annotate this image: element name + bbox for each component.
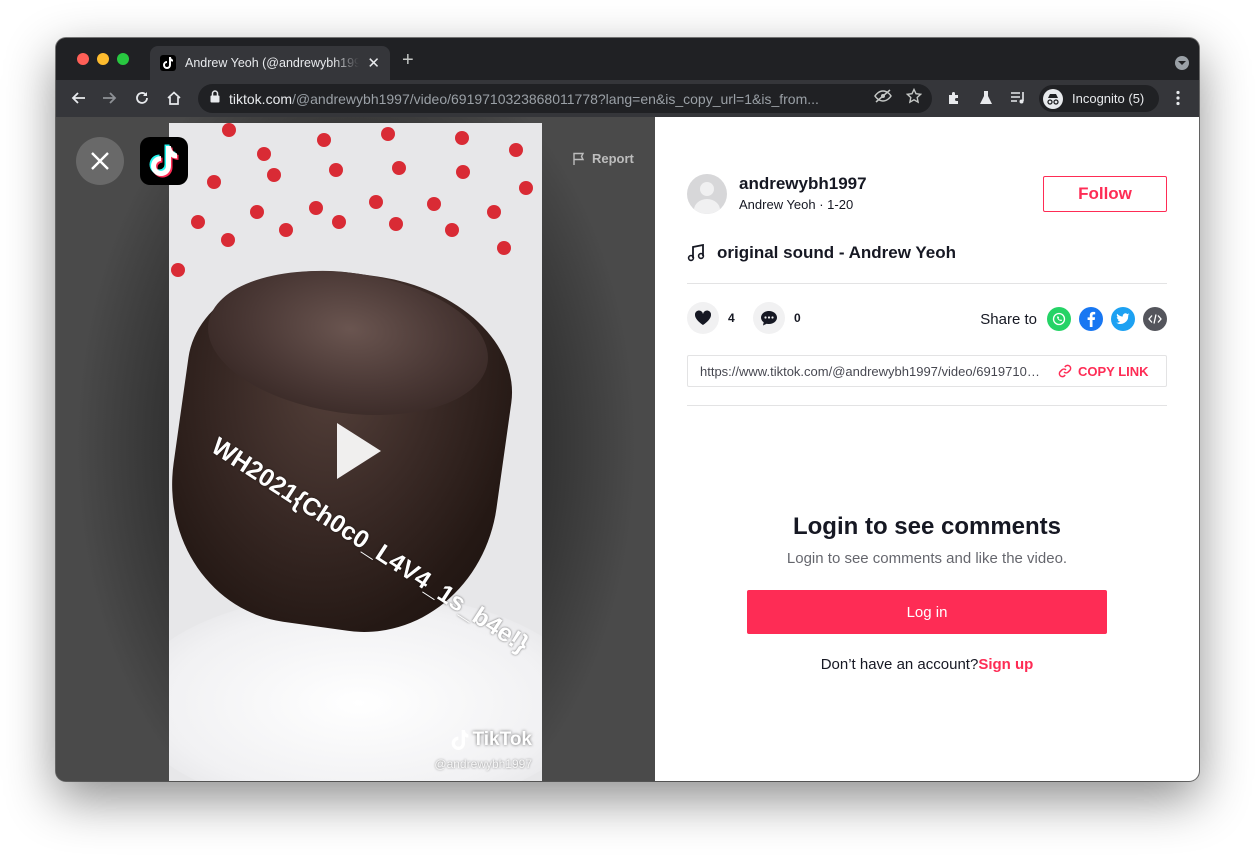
play-icon[interactable] bbox=[337, 423, 381, 479]
extensions-icon[interactable] bbox=[944, 88, 964, 108]
video-player-area: WH2021{Ch0c0_L4V4_1s_b4e!} TikTok @andre… bbox=[56, 117, 655, 781]
tiktok-favicon-icon bbox=[160, 55, 176, 71]
copy-link-button[interactable]: COPY LINK bbox=[1058, 364, 1149, 379]
close-window-button[interactable] bbox=[77, 53, 89, 65]
share-row: Share to bbox=[980, 307, 1167, 331]
new-tab-icon[interactable]: + bbox=[402, 50, 414, 70]
comments-login-subtitle: Login to see comments and like the video… bbox=[786, 550, 1068, 567]
browser-window: Andrew Yeoh (@andrewybh1997 ✕ + tiktok.c… bbox=[56, 38, 1199, 781]
media-control-icon[interactable] bbox=[1008, 88, 1028, 108]
comment-action[interactable]: 0 bbox=[753, 302, 801, 334]
close-icon bbox=[91, 152, 109, 170]
divider bbox=[687, 283, 1167, 284]
browser-tab[interactable]: Andrew Yeoh (@andrewybh1997 ✕ bbox=[150, 46, 390, 80]
copy-link-box: https://www.tiktok.com/@andrewybh1997/vi… bbox=[687, 355, 1167, 387]
comments-login-title: Login to see comments bbox=[792, 513, 1062, 540]
login-button[interactable]: Log in bbox=[747, 590, 1107, 634]
report-button[interactable]: Report bbox=[572, 151, 634, 166]
incognito-label: Incognito (5) bbox=[1072, 91, 1145, 106]
tab-title: Andrew Yeoh (@andrewybh1997 bbox=[185, 56, 360, 70]
share-label: Share to bbox=[980, 310, 1037, 328]
facebook-icon[interactable] bbox=[1079, 307, 1103, 331]
browser-menu-icon[interactable] bbox=[1168, 88, 1188, 108]
divider bbox=[687, 405, 1167, 406]
tab-search-icon[interactable] bbox=[1175, 56, 1189, 70]
link-icon bbox=[1058, 364, 1072, 378]
lock-icon[interactable] bbox=[210, 89, 220, 108]
incognito-profile-button[interactable]: Incognito (5) bbox=[1039, 85, 1159, 112]
browser-toolbar: tiktok.com/@andrewybh1997/video/69197103… bbox=[56, 80, 1199, 117]
embed-icon[interactable] bbox=[1143, 307, 1167, 331]
author-username[interactable]: andrewybh1997 bbox=[739, 174, 867, 194]
eye-off-icon[interactable] bbox=[874, 89, 892, 108]
tab-strip: Andrew Yeoh (@andrewybh1997 ✕ + bbox=[56, 38, 1199, 80]
like-count: 4 bbox=[728, 311, 735, 325]
comment-count: 0 bbox=[794, 311, 801, 325]
bookmark-star-icon[interactable] bbox=[905, 87, 923, 109]
music-title: original sound - Andrew Yeoh bbox=[717, 243, 956, 262]
like-action[interactable]: 4 bbox=[687, 302, 735, 334]
home-icon[interactable] bbox=[164, 88, 184, 108]
whatsapp-icon[interactable] bbox=[1047, 307, 1071, 331]
url-text: tiktok.com/@andrewybh1997/video/69197103… bbox=[229, 90, 819, 107]
incognito-icon bbox=[1043, 88, 1063, 109]
tiktok-watermark-text: TikTok bbox=[472, 729, 532, 750]
copy-link-label: COPY LINK bbox=[1078, 363, 1149, 379]
reload-icon[interactable] bbox=[132, 88, 152, 108]
tiktok-logo-button[interactable] bbox=[140, 137, 188, 185]
flag-icon bbox=[573, 152, 585, 165]
tiktok-watermark-icon bbox=[451, 730, 468, 750]
tiktok-watermark: TikTok bbox=[451, 729, 532, 751]
author-subline: Andrew Yeoh · 1-20 bbox=[739, 197, 854, 212]
music-link[interactable]: original sound - Andrew Yeoh bbox=[687, 243, 956, 263]
maximize-window-button[interactable] bbox=[117, 53, 129, 65]
tab-close-icon[interactable]: ✕ bbox=[367, 56, 380, 71]
tiktok-logo-icon bbox=[149, 144, 179, 178]
back-icon[interactable] bbox=[68, 88, 88, 108]
signup-link[interactable]: Sign up bbox=[978, 656, 1033, 673]
labs-flask-icon[interactable] bbox=[976, 88, 996, 108]
forward-icon[interactable] bbox=[100, 88, 120, 108]
report-label: Report bbox=[592, 151, 634, 166]
avatar[interactable] bbox=[687, 174, 727, 214]
twitter-icon[interactable] bbox=[1111, 307, 1135, 331]
video-frame[interactable]: WH2021{Ch0c0_L4V4_1s_b4e!} TikTok @andre… bbox=[169, 123, 542, 781]
signup-prompt-text: Don’t have an account? bbox=[820, 656, 979, 673]
follow-button[interactable]: Follow bbox=[1043, 176, 1167, 212]
video-details-panel: andrewybh1997 Andrew Yeoh · 1-20 Follow … bbox=[655, 117, 1199, 781]
share-url[interactable]: https://www.tiktok.com/@andrewybh1997/vi… bbox=[700, 364, 1046, 379]
minimize-window-button[interactable] bbox=[97, 53, 109, 65]
signup-prompt: Don’t have an account?Sign up bbox=[655, 656, 1199, 673]
page-content: WH2021{Ch0c0_L4V4_1s_b4e!} TikTok @andre… bbox=[56, 117, 1199, 781]
heart-icon[interactable] bbox=[687, 302, 719, 334]
music-note-icon bbox=[687, 244, 705, 262]
address-bar[interactable]: tiktok.com/@andrewybh1997/video/69197103… bbox=[198, 84, 932, 113]
comment-icon[interactable] bbox=[753, 302, 785, 334]
close-video-button[interactable] bbox=[76, 137, 124, 185]
watermark-username: @andrewybh1997 bbox=[434, 757, 532, 771]
